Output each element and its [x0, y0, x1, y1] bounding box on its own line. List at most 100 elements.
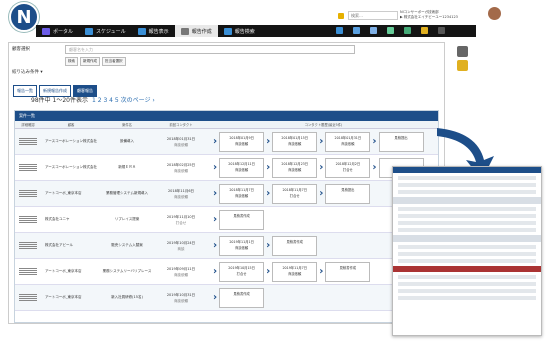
new-create-button[interactable]: 新規作成	[80, 57, 100, 66]
schedule-icon	[85, 27, 94, 35]
main-content: 顧客選択 顧客名を入力 検索 新規作成 担当者選択 絞り込み条件 ▾ 報告一覧 …	[8, 42, 445, 324]
next-action-label: 見積提出	[341, 187, 355, 192]
table-row[interactable]: アートコーポ_東京本店 新入社員研修(15名) 2019年10月31日 商談依頼 …	[15, 285, 438, 311]
contact-step[interactable]: 2018年11月7日 打合せ	[272, 183, 318, 204]
table-row[interactable]: アースコーポレーション株式会社 設備導入 2018年01月31日 商談依頼 › 20…	[15, 129, 438, 155]
customer-name[interactable]: アートコーポ_東京本店	[41, 269, 101, 274]
nav-report-view[interactable]: 報告表示	[132, 25, 175, 37]
detail-list-icon[interactable]	[19, 293, 37, 302]
detail-list-icon[interactable]	[19, 137, 37, 146]
document-icon[interactable]	[353, 27, 360, 34]
detail-list-icon[interactable]	[19, 267, 37, 276]
next-action-label: 見積書作成	[339, 265, 357, 270]
deal-name: 販売システム入替案	[111, 243, 143, 247]
search-conditions: 検索 新規作成 担当者選択	[65, 57, 126, 66]
app-logo[interactable]: N	[9, 2, 39, 32]
flow-arrow-icon: ›	[319, 161, 324, 173]
deal-list-panel: 案件一覧 詳細確認 顧客 案件名 前回コンタクト コンタクト履歴(最近5件) ア…	[14, 110, 439, 323]
customer-search-input[interactable]: 顧客名を入力	[65, 45, 355, 54]
book-icon[interactable]	[404, 27, 411, 34]
customer-name[interactable]: アースコーポレーション株式会社	[41, 165, 101, 170]
header-search-input[interactable]: 検索…	[348, 11, 398, 20]
col-history: コンタクト履歴(最近5件)	[304, 123, 343, 127]
nav-label: 報告表示	[148, 28, 169, 35]
contact-flow: › 2018年11月7日 商談依頼 › 2018年11月7日 打合せ › 見積提出	[209, 183, 371, 204]
last-contact: 2018年01月31日 商談依頼	[153, 136, 209, 148]
contact-step[interactable]: 2019年10月15日 打合せ	[219, 261, 265, 282]
deal-name: 業務システムリーバリプレース	[102, 269, 152, 273]
contact-step[interactable]: 2018年01月15日 商談依頼	[272, 131, 318, 152]
next-action-button[interactable]: 見積書作成	[325, 261, 371, 282]
nav-report-create[interactable]: 報告作成	[174, 25, 218, 37]
contact-type: 商談依頼	[174, 168, 188, 173]
customer-name[interactable]: アースコーポレーション株式会社	[41, 139, 101, 144]
user-info: NIコンサーボーガ技術部 ▶ 株式会社エイチビーユー1234123	[400, 10, 458, 20]
flow-arrow-icon: ›	[266, 239, 271, 251]
customer-name[interactable]: 株式会社アビール	[41, 243, 101, 248]
nav-report-search[interactable]: 報告検索	[218, 25, 261, 37]
table-row[interactable]: アースコーポレーション株式会社 新規ＥＲＡ 2018年02月25日 商談依頼 › 2…	[15, 155, 438, 181]
user-avatar[interactable]	[488, 7, 501, 20]
detail-list-icon[interactable]	[19, 189, 37, 198]
table-row[interactable]: 株式会社ユニヤ リプレイス提案 2019年11月10日 打合せ › 見積書作成	[15, 207, 438, 233]
flow-arrow-icon: ›	[213, 239, 218, 251]
contact-step[interactable]: 2019年11月7日 商談依頼	[272, 261, 318, 282]
flow-arrow-icon: ›	[266, 265, 271, 277]
table-row[interactable]: 株式会社アビール 販売システム入替案 2019年10月24日 商談 › 2019年1…	[15, 233, 438, 259]
contact-type: 商談依頼	[174, 142, 188, 147]
search-button[interactable]: 検索	[65, 57, 78, 66]
contact-type: 商談依頼	[174, 298, 188, 303]
nav-schedule[interactable]: スケジュール	[79, 25, 132, 37]
last-contact: 2018年11月6日 商談依頼	[153, 188, 209, 200]
col-last-contact: 前回コンタクト	[169, 123, 193, 127]
portal-icon	[42, 27, 50, 35]
notification-icon[interactable]	[338, 13, 344, 19]
nav-portal[interactable]: ポータル	[36, 25, 79, 37]
pagination[interactable]: 1 2 3 4 5 次のページ ›	[92, 97, 155, 104]
last-contact: 2019年10月24日 商談	[153, 240, 209, 252]
folder-icon[interactable]	[421, 27, 428, 34]
detail-list-icon[interactable]	[19, 215, 37, 224]
contact-flow: › 見積書作成	[209, 209, 265, 230]
contact-flow: › 見積書作成	[209, 287, 265, 308]
contact-step[interactable]: 2018年12月23日 商談依頼	[272, 157, 318, 178]
contact-step[interactable]: 2018年01月9日 商談依頼	[219, 131, 265, 152]
flow-arrow-icon: ›	[213, 187, 218, 199]
next-action-button[interactable]: 見積書作成	[219, 209, 265, 230]
next-action-button[interactable]: 見積書作成	[272, 235, 318, 256]
column-headers: 詳細確認 顧客 案件名 前回コンタクト コンタクト履歴(最近5件)	[15, 121, 438, 129]
filter-toggle[interactable]: 絞り込み条件 ▾	[12, 69, 43, 75]
flow-arrow-icon: ›	[213, 265, 218, 277]
next-action-button[interactable]: 見積書作成	[219, 287, 265, 308]
contact-step[interactable]: 2018年12月2日 打合せ	[325, 157, 371, 178]
gear-icon[interactable]	[438, 27, 445, 34]
step-status: 打合せ	[236, 271, 247, 276]
contact-flow: › 2018年01月9日 商談依頼 › 2018年01月15日 商談依頼 › 2018年01月…	[209, 131, 424, 152]
staff-select-button[interactable]: 担当者選択	[102, 57, 126, 66]
contact-step[interactable]: 2019年11月1日 商談依頼	[219, 235, 265, 256]
customer-name[interactable]: アートコーポ_東京本店	[41, 191, 101, 196]
contact-step[interactable]: 2018年12月11日 商談依頼	[219, 157, 265, 178]
table-row[interactable]: アートコーポ_東京本店 業務管理システム新規導入 2018年11月6日 商談依頼 …	[15, 181, 438, 207]
contact-type: 商談依頼	[174, 194, 188, 199]
customer-name[interactable]: 株式会社ユニヤ	[41, 217, 101, 222]
favorite-icon[interactable]	[457, 60, 468, 71]
contact-step[interactable]: 2018年01月31日 商談依頼	[325, 131, 371, 152]
detail-list-icon[interactable]	[19, 241, 37, 250]
mail-icon[interactable]	[336, 27, 343, 34]
contact-type: 商談	[177, 246, 185, 251]
deal-name: リプレイス提案	[114, 217, 140, 221]
contact-step[interactable]: 2018年11月7日 商談依頼	[219, 183, 265, 204]
nav-label: ポータル	[53, 28, 74, 35]
customer-name[interactable]: アートコーポ_東京本店	[41, 295, 101, 300]
next-action-button[interactable]: 見積提出	[325, 183, 371, 204]
user-company: ▶ 株式会社エイチビーユー1234123	[400, 15, 458, 19]
detail-list-icon[interactable]	[19, 163, 37, 172]
next-action-label: 見積書作成	[233, 291, 250, 296]
next-action-button[interactable]: 見積提出	[378, 131, 424, 152]
settings-icon[interactable]	[457, 46, 468, 57]
chart-icon[interactable]	[370, 27, 377, 34]
flow-arrow-icon: ›	[213, 291, 218, 303]
calendar-icon[interactable]	[387, 27, 394, 34]
table-row[interactable]: アートコーポ_東京本店 業務システムリーバリプレース 2019年09月11日 商談…	[15, 259, 438, 285]
